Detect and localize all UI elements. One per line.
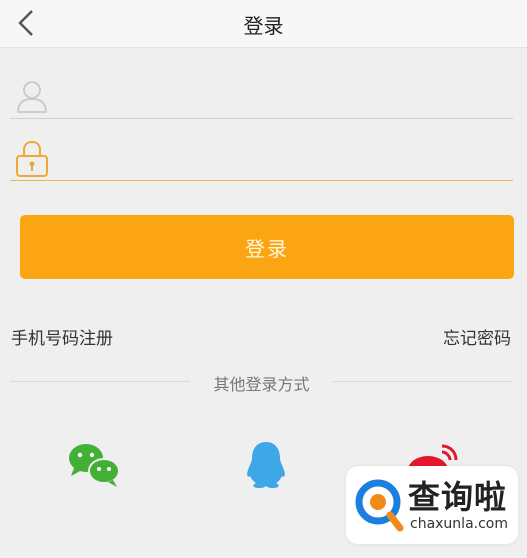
login-button[interactable]: 登录 (20, 215, 514, 279)
username-field[interactable] (10, 76, 513, 119)
magnifier-logo-icon (355, 479, 404, 532)
wechat-icon (69, 444, 120, 487)
forgot-password-link[interactable]: 忘记密码 (443, 324, 511, 349)
password-field[interactable] (10, 138, 513, 181)
watermark-text-en: chaxunla.com (410, 516, 508, 532)
qq-login-button[interactable] (238, 440, 294, 490)
password-input[interactable] (56, 144, 500, 176)
register-link[interactable]: 手机号码注册 (11, 324, 113, 349)
qq-icon (247, 442, 285, 488)
lock-icon (16, 140, 48, 177)
watermark-text-cn: 查询啦 (408, 478, 508, 516)
site-watermark: 查询啦 chaxunla.com (346, 466, 518, 544)
wechat-login-button[interactable] (66, 440, 122, 490)
divider-line-right (333, 381, 513, 382)
other-login-divider: 其他登录方式 (10, 371, 513, 394)
username-input[interactable] (56, 82, 500, 114)
page-title: 登录 (243, 14, 284, 38)
user-icon (17, 81, 47, 113)
other-login-label: 其他登录方式 (213, 375, 310, 394)
top-bar: 登录 (0, 0, 527, 48)
